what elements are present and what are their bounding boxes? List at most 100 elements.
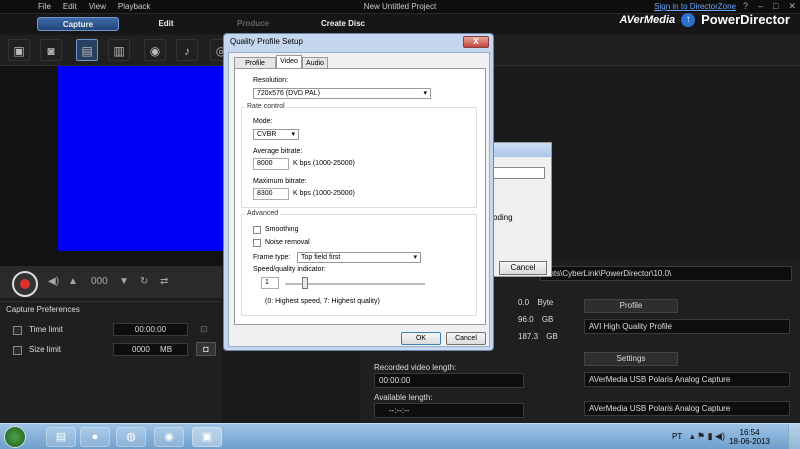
frame-type-label: Frame type: [253, 254, 291, 261]
smoothing-checkbox[interactable] [253, 226, 261, 234]
show-desktop-button[interactable] [788, 424, 800, 449]
minimize-icon[interactable]: – [758, 1, 763, 12]
frame-type-select[interactable]: Top field first [297, 252, 421, 263]
time-limit-label: Time limit [29, 325, 63, 334]
signin-link[interactable]: Sign in to DirectorZone [654, 2, 736, 11]
speed-quality-value[interactable]: 1 [261, 277, 279, 289]
firefox-icon[interactable]: ● [80, 427, 110, 447]
record-button[interactable] [12, 271, 38, 297]
tv-capture-icon[interactable]: ▤ [76, 39, 98, 61]
speed-quality-label: Speed/quality indicator: [253, 266, 326, 273]
max-bitrate-input[interactable]: 8300 [253, 188, 289, 200]
advanced-label: Advanced [245, 210, 281, 217]
background-dialog-text: oding [493, 213, 513, 222]
background-dialog-caption [493, 143, 551, 157]
smoothing-label: Smoothing [265, 226, 299, 233]
ok-button[interactable]: OK [401, 332, 441, 345]
available-length-label: Available length: [374, 393, 433, 402]
close-icon[interactable]: ✕ [788, 1, 796, 12]
channel-counter: 000 [91, 276, 108, 287]
cancel-button[interactable]: Cancel [446, 332, 486, 345]
stat-row: 0.0 Byte [518, 298, 554, 307]
tab-edit[interactable]: Edit [148, 17, 184, 31]
brand-product: PowerDirector [701, 12, 790, 27]
quality-profile-dialog: Quality Profile Setup X Profile Name Vid… [223, 33, 494, 351]
triangle-down-icon[interactable]: ▼ [119, 276, 129, 287]
video-preview [58, 66, 230, 251]
record-icon [20, 279, 30, 289]
settings-icon[interactable]: ⇄ [160, 276, 168, 287]
earth-icon[interactable]: ◍ [116, 427, 146, 447]
maximize-icon[interactable]: □ [773, 1, 778, 12]
capture-preferences-header: Capture Preferences [6, 305, 80, 314]
recorded-length-value: 00:00:00 [374, 373, 524, 388]
max-bitrate-unit: K bps (1000-25000) [293, 190, 355, 197]
rate-control-label: Rate control [245, 103, 287, 110]
brand-company: AVerMedia [619, 13, 676, 26]
background-cancel-button[interactable]: Cancel [499, 261, 547, 275]
camcorder-icon[interactable]: ▣ [8, 39, 30, 61]
tray-icons[interactable]: ▴ ⚑ ▮ ◀) [690, 431, 725, 442]
dv-camera-icon[interactable]: ◙ [40, 39, 62, 61]
powerdirector-icon[interactable]: ▣ [192, 427, 222, 447]
noise-removal-label: Noise removal [265, 239, 310, 246]
brand-logo: AVerMedia ↑ PowerDirector [619, 12, 790, 27]
clock-time: 16:54 [739, 428, 760, 437]
window-controls: ? – □ ✕ [743, 1, 796, 12]
capture-device-value: AVerMedia USB Polaris Analog Capture [584, 372, 790, 387]
tab-capture[interactable]: Capture [37, 17, 119, 31]
background-dialog-select[interactable] [493, 167, 545, 179]
background-dialog: oding Cancel [492, 142, 552, 277]
profile-button[interactable]: Profile [584, 299, 678, 313]
resolution-select[interactable]: 720x576 (DVD PAL) [253, 88, 431, 99]
triangle-up-icon[interactable]: ▲ [68, 276, 78, 287]
profile-value: AVI High Quality Profile [584, 319, 790, 334]
available-length-value: --:--:-- [374, 403, 524, 418]
stat-row: 187.3 GB [518, 332, 558, 341]
stat-row: 96.0 GB [518, 315, 554, 324]
size-limit-checkbox[interactable] [13, 346, 22, 355]
explorer-icon[interactable]: ▤ [46, 427, 76, 447]
mode-select[interactable]: CVBR [253, 129, 299, 140]
speed-quality-slider-thumb[interactable] [302, 277, 308, 289]
dialog-title: Quality Profile Setup [230, 37, 303, 46]
upgrade-icon[interactable]: ↑ [681, 12, 696, 27]
time-limit-field[interactable]: 00:00:00 [113, 323, 188, 336]
tab-create-disc[interactable]: Create Disc [312, 17, 374, 31]
tab-produce[interactable]: Produce [230, 17, 276, 31]
capture-folder-path[interactable]: ents\CyberLink\PowerDirector\10.0\ [540, 266, 792, 281]
resolution-label: Resolution: [253, 77, 289, 84]
capture-preferences-panel: Capture Preferences Time limit 00:00:00 … [0, 301, 222, 423]
snapshot-camera-icon[interactable]: ◘ [196, 342, 216, 356]
clock-date: 18-06-2013 [729, 437, 770, 446]
webcam-icon[interactable]: ◉ [144, 39, 166, 61]
tab-video[interactable]: Video [276, 55, 302, 69]
start-button[interactable] [4, 426, 26, 448]
avg-bitrate-unit: K bps (1000-25000) [293, 160, 355, 167]
time-limit-checkbox[interactable] [13, 326, 22, 335]
avg-bitrate-label: Average bitrate: [253, 148, 303, 155]
refresh-icon[interactable]: ↻ [140, 276, 148, 287]
volume-icon[interactable]: ◀) [48, 276, 59, 287]
system-clock[interactable]: 16:54 18-06-2013 [729, 428, 770, 446]
language-indicator[interactable]: PT [672, 432, 682, 441]
dialog-body: Profile Name Video Audio Resolution: 720… [228, 52, 490, 347]
size-limit-field[interactable]: 0000 MB [113, 343, 188, 356]
avg-bitrate-input[interactable]: 8000 [253, 158, 289, 170]
size-limit-value: 0000 [132, 345, 150, 354]
timer-icon: ⊡ [200, 324, 208, 334]
mode-label: Mode: [253, 118, 273, 125]
max-bitrate-label: Maximum bitrate: [253, 178, 307, 185]
dialog-close-button[interactable]: X [463, 36, 489, 48]
help-icon[interactable]: ? [743, 1, 748, 12]
microphone-icon[interactable]: ♪ [176, 39, 198, 61]
size-limit-label: Size limit [29, 345, 62, 354]
chrome-icon[interactable]: ◉ [154, 427, 184, 447]
video-settings-panel: Resolution: 720x576 (DVD PAL) Rate contr… [234, 68, 486, 325]
size-limit-unit: MB [160, 345, 173, 354]
settings-button[interactable]: Settings [584, 352, 678, 366]
speed-quality-hint: (0: Highest speed, 7: Highest quality) [265, 298, 380, 305]
recorded-length-label: Recorded video length: [374, 363, 457, 372]
noise-removal-checkbox[interactable] [253, 239, 261, 247]
digital-tv-icon[interactable]: ▥ [108, 39, 130, 61]
